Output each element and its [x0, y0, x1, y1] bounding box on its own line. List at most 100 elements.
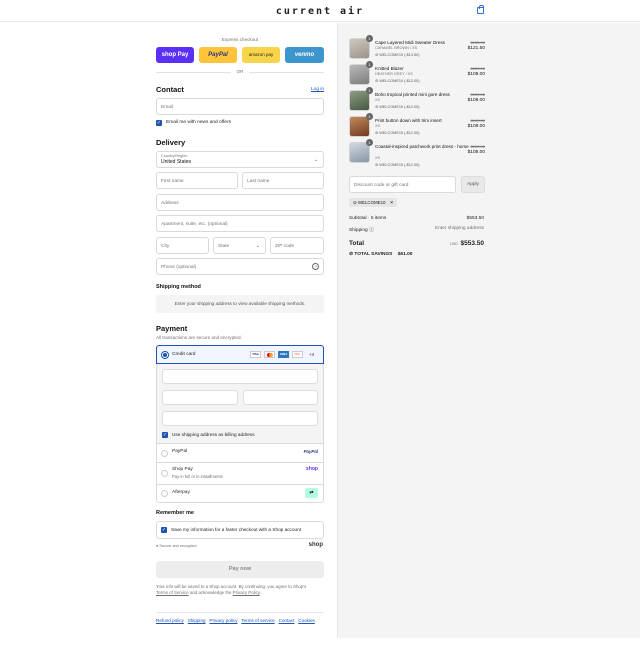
product-discount: ⊘ WELCOME10 (-$13.50) [375, 52, 420, 57]
secure-note: ● Secure and encrypted [156, 544, 197, 548]
total-label: Total [349, 240, 365, 247]
footer-link-terms[interactable]: Terms of service [241, 618, 274, 623]
remember-me-checkbox[interactable]: ✓ [161, 527, 167, 533]
legal-text-period: . [259, 590, 261, 595]
header: current air [0, 0, 640, 22]
country-select[interactable]: Country/Region United States ⌄ [156, 151, 324, 168]
subtotal-row: Subtotal · 5 items $553.50 [349, 216, 484, 221]
product-variant: HEATHER GREY / XS [375, 72, 413, 76]
amazon-pay-button[interactable]: amazon pay [242, 47, 280, 63]
afterpay-radio[interactable] [161, 490, 168, 497]
total-savings-value: $61.00 [397, 252, 413, 257]
delivery-heading: Delivery [156, 138, 186, 147]
product-discount: ⊘ WELCOME10 (-$12.00) [375, 104, 420, 109]
discount-code-field[interactable]: Discount code or gift card [349, 176, 456, 193]
quantity-badge: 1 [366, 61, 373, 68]
phone-field[interactable]: Phone (optional) ? [156, 258, 324, 275]
divider [249, 72, 324, 73]
zip-field[interactable]: ZIP code [270, 237, 324, 254]
remember-me-label: Save my information for a faster checkou… [171, 527, 302, 532]
secure-note-label: Secure and encrypted [159, 544, 197, 548]
applied-discount-code: WELCOME10 [357, 200, 386, 205]
product-discount: ⊘ WELCOME10 (-$12.00) [375, 78, 420, 83]
afterpay-option[interactable]: Afterpay ⇄ [156, 485, 324, 503]
footer-link-cookies[interactable]: Cookies [298, 618, 315, 623]
price: $108.00 [467, 72, 485, 77]
login-link[interactable]: Log in [311, 87, 324, 92]
privacy-link[interactable]: Privacy Policy [233, 590, 260, 595]
store-logo[interactable]: current air [0, 6, 640, 17]
original-price: $135.00 [470, 40, 485, 45]
product-discount-code: WELCOME10 (-$12.00) [379, 163, 420, 167]
product-variant: CARAMEL BROWN / XS [375, 46, 418, 50]
price: $108.00 [467, 124, 485, 129]
remove-discount-icon[interactable]: ✕ [390, 200, 394, 205]
original-price: $120.00 [470, 144, 485, 149]
info-icon[interactable]: ⓘ [369, 228, 374, 233]
address-field[interactable]: Address [156, 194, 324, 211]
paypal-logo: PayPal [303, 449, 318, 454]
country-label: Country/Region [161, 154, 188, 158]
cart-item: 1 Cape Layered Midi Sweater Dress CARAME… [349, 35, 485, 63]
name-on-card-field[interactable] [162, 411, 318, 426]
remember-me-box: ✓ Save my information for a faster check… [156, 521, 324, 539]
paypal-option[interactable]: PayPal PayPal [156, 444, 324, 463]
footer-link-refund[interactable]: Refund policy [156, 618, 184, 623]
footer-link-contact[interactable]: Contact [279, 618, 295, 623]
footer-link-privacy[interactable]: Privacy policy [209, 618, 237, 623]
more-brands-label: +4 [309, 352, 315, 357]
city-field[interactable]: City [156, 237, 209, 254]
paypal-button[interactable]: PayPal [199, 47, 237, 63]
credit-card-option[interactable]: Credit card VISA AMEX DISC +4 [156, 345, 324, 364]
phone-placeholder: Phone (optional) [161, 265, 197, 270]
shop-pay-radio[interactable] [161, 470, 168, 477]
security-code-field[interactable] [243, 390, 318, 405]
afterpay-logo-icon: ⇄ [305, 488, 318, 498]
quantity-badge: 1 [366, 35, 373, 42]
mastercard-icon [264, 351, 275, 358]
product-discount-code: WELCOME10 (-$12.00) [379, 131, 420, 135]
state-select[interactable]: State ⌄ [213, 237, 266, 254]
payment-subtitle: All transactions are secure and encrypte… [156, 335, 242, 340]
contact-heading: Contact [156, 85, 184, 94]
news-checkbox-label: Email me with news and offers [166, 120, 231, 125]
paypal-radio[interactable] [161, 450, 168, 457]
last-name-field[interactable]: Last name [242, 172, 324, 189]
credit-card-radio[interactable] [162, 352, 168, 358]
discover-icon: DISC [292, 351, 303, 358]
expiration-field[interactable] [162, 390, 238, 405]
terms-link[interactable]: Terms of Service [156, 590, 189, 595]
shop-pay-option[interactable]: Shop Pay Pay in full or in installments … [156, 463, 324, 485]
country-value: United States [161, 159, 192, 165]
total-row: Total USD $553.50 [349, 240, 484, 250]
card-number-field[interactable] [162, 369, 318, 384]
shop-pay-label: Shop Pay [172, 467, 193, 472]
quantity-badge: 1 [366, 87, 373, 94]
footer-divider [156, 612, 324, 613]
currency-label: USD [449, 242, 458, 246]
product-discount: ⊘ WELCOME10 (-$12.00) [375, 130, 420, 135]
shop-pay-logo: shop [306, 466, 318, 472]
card-details-panel: ✓ Use shipping address as billing addres… [156, 364, 324, 444]
shopping-bag-icon[interactable] [477, 5, 484, 14]
apply-discount-button[interactable]: Apply [461, 176, 485, 193]
credit-card-label: Credit card [172, 352, 196, 357]
total-savings-label: TOTAL SAVINGS [354, 252, 393, 257]
venmo-button[interactable]: venmo [285, 47, 324, 63]
product-discount-code: WELCOME10 (-$13.50) [379, 53, 420, 57]
help-icon[interactable]: ? [312, 263, 319, 270]
email-field[interactable]: Email [156, 98, 324, 115]
footer-link-shipping[interactable]: Shipping [188, 618, 206, 623]
quantity-badge: 1 [366, 113, 373, 120]
original-price: $120.00 [470, 92, 485, 97]
shipping-method-heading: Shipping method [156, 284, 201, 290]
apartment-field[interactable]: Apartment, suite, etc. (optional) [156, 215, 324, 232]
news-checkbox[interactable]: ✓ [156, 120, 162, 126]
first-name-field[interactable]: First name [156, 172, 238, 189]
shop-pay-button[interactable]: shop Pay [156, 47, 194, 63]
price: $108.00 [467, 98, 485, 103]
shop-pay-subtitle: Pay in full or in installments [172, 474, 223, 479]
pay-now-button[interactable]: Pay now [156, 561, 324, 578]
billing-address-checkbox[interactable]: ✓ [162, 432, 168, 438]
cart-item: 1 Boho tropical printed mini gore dress … [349, 87, 485, 115]
